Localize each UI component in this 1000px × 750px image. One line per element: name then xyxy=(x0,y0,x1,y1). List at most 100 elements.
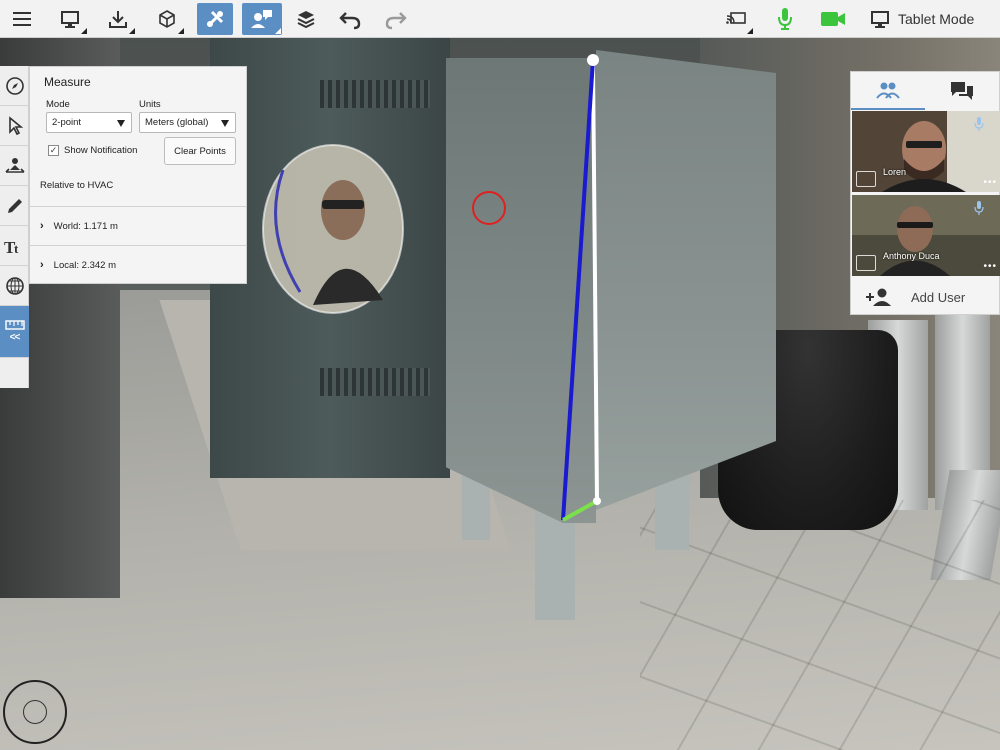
left-tool-rail: Tt << xyxy=(0,66,29,388)
tools-icon xyxy=(206,10,224,28)
call-panel-tabs xyxy=(851,72,999,110)
mesh-sphere-icon xyxy=(5,276,24,295)
microphone-icon xyxy=(974,201,984,215)
measure-vertical-line xyxy=(591,59,599,502)
collapse-chevrons-icon[interactable]: << xyxy=(10,332,21,343)
show-notification-checkbox[interactable]: ✓ xyxy=(48,145,59,156)
tab-chat[interactable] xyxy=(925,72,999,110)
navigation-joystick[interactable] xyxy=(3,680,67,744)
divider xyxy=(30,245,246,246)
model-button[interactable] xyxy=(149,3,185,35)
measure-tool[interactable]: << xyxy=(0,306,29,358)
add-user-button[interactable]: Add User xyxy=(851,280,999,314)
undo-icon xyxy=(339,12,361,30)
chevron-down-icon xyxy=(221,120,229,127)
divider xyxy=(30,206,246,207)
compass-icon xyxy=(5,76,24,95)
camera-status-icon xyxy=(856,171,876,187)
screen-button[interactable] xyxy=(52,3,88,35)
dropdown-caret xyxy=(81,28,87,34)
measure-point-top xyxy=(587,54,599,66)
navigate-tool[interactable] xyxy=(0,66,29,106)
download-icon xyxy=(109,11,127,28)
collaborate-icon xyxy=(251,10,272,28)
top-toolbar: Tablet Mode xyxy=(0,0,1000,38)
measure-diagonal-line xyxy=(561,59,595,521)
mode-label: Mode xyxy=(46,99,70,110)
participant-tile[interactable]: Loren ••• xyxy=(852,111,1000,192)
participant-name: Loren xyxy=(883,167,907,177)
annotation-circle xyxy=(472,191,506,225)
select-tool[interactable] xyxy=(0,106,29,146)
measure-point-bottom xyxy=(593,497,601,505)
units-select[interactable]: Meters (global) xyxy=(139,112,236,133)
camera-status-icon xyxy=(856,255,876,271)
show-notification-label: Show Notification xyxy=(64,145,138,156)
text-icon: Tt xyxy=(4,238,19,256)
cube-icon xyxy=(159,10,175,28)
chevron-right-icon: › xyxy=(40,220,44,232)
avatar-move-icon xyxy=(4,157,25,173)
mode-select[interactable]: 2-point xyxy=(46,112,132,133)
call-panel: Loren ••• Anthony Duca ••• Add User xyxy=(850,71,1000,315)
tablet-mode-button[interactable]: Tablet Mode xyxy=(870,0,974,38)
svg-text:t: t xyxy=(14,241,19,256)
redo-icon xyxy=(385,12,407,30)
microphone-icon xyxy=(778,8,792,30)
cursor-arrow-icon xyxy=(8,115,23,135)
layers-icon xyxy=(297,11,315,29)
local-measurement: Local: 2.342 m xyxy=(53,259,116,271)
remote-user-avatar[interactable] xyxy=(262,144,404,314)
measure-panel: Measure Mode 2-point Units Meters (globa… xyxy=(29,66,247,284)
tablet-mode-label: Tablet Mode xyxy=(898,11,975,27)
participant-name: Anthony Duca xyxy=(883,251,940,261)
ruler-icon xyxy=(4,320,25,330)
chevron-right-icon: › xyxy=(40,259,44,271)
people-icon xyxy=(876,82,900,99)
menu-button[interactable] xyxy=(4,3,40,35)
participant-tile[interactable]: Anthony Duca ••• xyxy=(852,195,1000,276)
dropdown-caret xyxy=(178,28,184,34)
mesh-tool[interactable] xyxy=(0,266,29,306)
camera-button[interactable] xyxy=(815,3,851,35)
text-tool[interactable]: Tt xyxy=(0,226,29,266)
more-options-icon[interactable]: ••• xyxy=(983,261,997,272)
layers-button[interactable] xyxy=(288,3,324,35)
mode-value: 2-point xyxy=(52,117,82,128)
more-options-icon[interactable]: ••• xyxy=(983,177,997,188)
redo-button[interactable] xyxy=(378,3,414,35)
markup-tool[interactable] xyxy=(0,186,29,226)
microphone-button[interactable] xyxy=(767,3,803,35)
pencil-icon xyxy=(7,198,22,213)
relative-to-label: Relative to HVAC xyxy=(40,180,114,191)
clear-points-button[interactable]: Clear Points xyxy=(164,137,236,165)
dropdown-caret xyxy=(747,28,753,34)
measure-panel-title: Measure xyxy=(44,75,91,89)
download-button[interactable] xyxy=(100,3,136,35)
local-measurement-row[interactable]: › Local: 2.342 m xyxy=(40,259,116,271)
video-camera-icon xyxy=(821,12,845,26)
add-user-icon xyxy=(866,288,891,306)
hamburger-icon xyxy=(13,12,31,26)
world-measurement-row[interactable]: › World: 1.171 m xyxy=(40,220,118,232)
units-value: Meters (global) xyxy=(145,117,209,128)
chevron-down-icon xyxy=(117,120,125,127)
chat-icon xyxy=(951,82,973,100)
dropdown-caret xyxy=(275,28,281,34)
move-tool[interactable] xyxy=(0,146,29,186)
dropdown-caret xyxy=(129,28,135,34)
undo-button[interactable] xyxy=(332,3,368,35)
measure-horizontal-line xyxy=(562,499,598,522)
monitor-icon xyxy=(61,11,79,28)
tab-participants[interactable] xyxy=(851,72,925,110)
tools-button[interactable] xyxy=(197,3,233,35)
cast-icon xyxy=(726,12,746,24)
cast-button[interactable] xyxy=(718,3,754,35)
collaborate-button[interactable] xyxy=(242,3,282,35)
tablet-icon xyxy=(871,11,889,28)
microphone-icon xyxy=(974,117,984,131)
units-label: Units xyxy=(139,99,161,110)
joystick-thumb[interactable] xyxy=(23,700,47,724)
add-user-label: Add User xyxy=(911,289,966,305)
world-measurement: World: 1.171 m xyxy=(53,220,118,232)
